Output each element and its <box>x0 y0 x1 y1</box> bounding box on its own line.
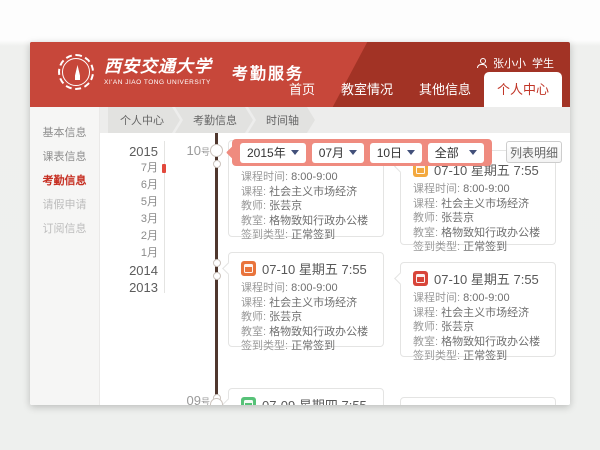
month-select[interactable]: 07月 <box>312 143 364 163</box>
header-nav: 首页 教室情况 其他信息 个人中心 <box>276 72 562 107</box>
timeline-node[interactable] <box>213 259 221 267</box>
field-course: 课程: 社会主义市场经济 <box>413 306 543 321</box>
chevron-down-icon <box>291 150 299 155</box>
chevron-down-icon <box>469 150 477 155</box>
card-title: 07-10 星期五 7:55 <box>413 270 543 287</box>
brand-block: 西安交通大学 XI'AN JIAO TONG UNIVERSITY 考勤服务 <box>58 54 304 90</box>
card-title: 07-09 星期四 7:55 <box>241 396 371 405</box>
page-background: 西安交通大学 XI'AN JIAO TONG UNIVERSITY 考勤服务 张… <box>0 0 600 450</box>
year-month-nav: 2015 7月 6月 5月 3月 2月 1月 2014 2013 <box>118 143 158 296</box>
attendance-status-icon <box>241 261 256 276</box>
day-marker-10: 10号 <box>174 143 210 158</box>
month-nav-item[interactable]: 1月 <box>118 245 158 262</box>
field-course: 课程: 社会主义市场经济 <box>413 197 543 212</box>
chevron-down-icon <box>407 150 415 155</box>
type-select[interactable]: 全部 <box>428 143 484 163</box>
attendance-card[interactable]: 07-10 星期五 7:55 课程时间: 8:00-9:00 课程: 社会主义市… <box>228 252 384 347</box>
month-nav-item[interactable]: 5月 <box>118 194 158 211</box>
field-sign-type: 签到类型: 正常签到 <box>241 339 371 354</box>
nav-home[interactable]: 首页 <box>276 79 328 107</box>
attendance-status-icon <box>241 397 256 405</box>
sidebar: 基本信息 课表信息 考勤信息 请假申请 订阅信息 <box>30 107 100 405</box>
field-room: 教室: 格物致知行政办公楼 <box>413 335 543 350</box>
breadcrumb-personal-center[interactable]: 个人中心 <box>108 107 180 133</box>
attendance-card[interactable]: 07-09 星期四 7:55 <box>228 388 384 405</box>
sidebar-item-leave-request[interactable]: 请假申请 <box>30 193 99 217</box>
sidebar-item-subscription-info[interactable]: 订阅信息 <box>30 217 99 241</box>
field-course: 课程: 社会主义市场经济 <box>241 185 371 200</box>
chevron-down-icon <box>349 150 357 155</box>
university-name-block: 西安交通大学 XI'AN JIAO TONG UNIVERSITY <box>104 58 212 86</box>
year-nav-item[interactable]: 2013 <box>118 279 158 296</box>
day-select[interactable]: 10日 <box>370 143 422 163</box>
field-teacher: 教师: 张芸京 <box>413 211 543 226</box>
attendance-card[interactable]: 07-10 星期五 7:55 课程时间: 8:00-9:00 课程: 社会主义市… <box>400 262 556 357</box>
user-role: 学生 <box>532 55 554 71</box>
card-date-label: 07-09 星期四 7:55 <box>262 395 367 405</box>
field-course-time: 课程时间: 8:00-9:00 <box>413 291 543 306</box>
sidebar-item-basic-info[interactable]: 基本信息 <box>30 121 99 145</box>
field-teacher: 教师: 张芸京 <box>241 310 371 325</box>
year-nav-item[interactable]: 2014 <box>118 262 158 279</box>
month-nav-item[interactable]: 2月 <box>118 228 158 245</box>
sidebar-item-attendance-info[interactable]: 考勤信息 <box>30 169 99 193</box>
breadcrumb-attendance-info[interactable]: 考勤信息 <box>175 107 253 133</box>
attendance-status-icon <box>413 271 428 286</box>
timeline-axis <box>215 133 218 405</box>
field-room: 教室: 格物致知行政办公楼 <box>241 325 371 340</box>
user-info[interactable]: 张小小 学生 <box>477 55 554 71</box>
field-sign-type: 签到类型: 正常签到 <box>413 349 543 364</box>
month-nav-item[interactable]: 7月 <box>118 160 158 177</box>
list-detail-button[interactable]: 列表明细 <box>506 141 562 163</box>
field-teacher: 教师: 张芸京 <box>413 320 543 335</box>
attendance-card[interactable] <box>400 397 556 405</box>
month-nav-item[interactable]: 6月 <box>118 177 158 194</box>
timeline-node[interactable] <box>210 398 223 405</box>
nav-classrooms[interactable]: 教室情况 <box>328 79 406 107</box>
field-room: 教室: 格物致知行政办公楼 <box>413 226 543 241</box>
timeline-content: 2015 7月 6月 5月 3月 2月 1月 2014 2013 10号 09号 <box>100 133 570 405</box>
field-room: 教室: 格物致知行政办公楼 <box>241 214 371 229</box>
field-sign-type: 签到类型: 正常签到 <box>241 228 371 243</box>
field-course-time: 课程时间: 8:00-9:00 <box>241 281 371 296</box>
university-name-cn: 西安交通大学 <box>104 58 212 77</box>
timeline-node[interactable] <box>210 144 223 157</box>
timeline-node[interactable] <box>213 272 221 280</box>
card-date-label: 07-10 星期五 7:55 <box>262 259 367 278</box>
card-title: 07-10 星期五 7:55 <box>241 260 371 277</box>
filter-bar: 2015年 07月 10日 全部 <box>232 139 492 166</box>
field-course-time: 课程时间: 8:00-9:00 <box>413 182 543 197</box>
university-logo-icon <box>58 54 94 90</box>
user-icon <box>477 58 487 68</box>
field-teacher: 教师: 张芸京 <box>241 199 371 214</box>
app-header: 西安交通大学 XI'AN JIAO TONG UNIVERSITY 考勤服务 张… <box>30 42 570 107</box>
user-name: 张小小 <box>493 55 526 71</box>
field-course: 课程: 社会主义市场经济 <box>241 296 371 311</box>
field-course-time: 课程时间: 8:00-9:00 <box>241 170 371 185</box>
year-select[interactable]: 2015年 <box>240 143 306 163</box>
university-name-en: XI'AN JIAO TONG UNIVERSITY <box>104 79 212 86</box>
timeline-node[interactable] <box>213 160 221 168</box>
field-sign-type: 签到类型: 正常签到 <box>413 240 543 255</box>
sidebar-item-schedule-info[interactable]: 课表信息 <box>30 145 99 169</box>
nav-personal-center[interactable]: 个人中心 <box>484 72 562 107</box>
breadcrumb: 个人中心 考勤信息 时间轴 <box>100 107 570 133</box>
card-date-label: 07-10 星期五 7:55 <box>434 269 539 288</box>
breadcrumb-timeline[interactable]: 时间轴 <box>248 107 315 133</box>
day-marker-09: 09号 <box>174 393 210 405</box>
month-nav-item[interactable]: 3月 <box>118 211 158 228</box>
nav-other-info[interactable]: 其他信息 <box>406 79 484 107</box>
app-window: 西安交通大学 XI'AN JIAO TONG UNIVERSITY 考勤服务 张… <box>30 42 570 405</box>
year-nav-item[interactable]: 2015 <box>118 143 158 160</box>
current-month-marker <box>162 164 166 173</box>
